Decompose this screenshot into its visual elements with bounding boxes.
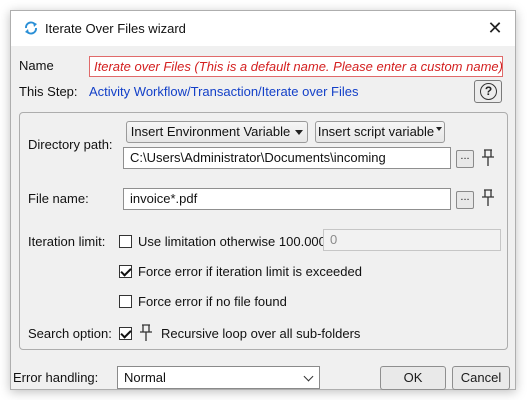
search-option-label: Search option: — [28, 326, 112, 341]
recursive-loop-label[interactable]: Recursive loop over all sub-folders — [161, 326, 360, 341]
name-label: Name — [19, 58, 54, 73]
title-bar: Iterate Over Files wizard ✕ — [11, 11, 515, 46]
window-title: Iterate Over Files wizard — [45, 21, 186, 36]
chevron-down-icon — [303, 371, 314, 382]
iteration-limit-label: Iteration limit: — [28, 234, 106, 249]
error-handling-select[interactable]: Normal — [117, 366, 320, 389]
dropdown-arrow-icon — [436, 127, 443, 131]
force-error-no-file-label[interactable]: Force error if no file found — [138, 294, 287, 309]
iteration-limit-input[interactable]: 0 — [323, 229, 501, 251]
cancel-button[interactable]: Cancel — [452, 366, 510, 390]
close-button[interactable]: ✕ — [481, 15, 509, 42]
help-button[interactable]: ? — [474, 80, 502, 103]
directory-path-label: Directory path: — [28, 137, 113, 152]
iterate-arrows-icon — [25, 21, 37, 35]
insert-script-variable-button[interactable]: Insert script variable — [315, 121, 445, 143]
step-path-link[interactable]: Activity Workflow/Transaction/Iterate ov… — [89, 84, 358, 99]
force-error-exceeded-checkbox[interactable] — [119, 265, 132, 278]
use-limitation-label[interactable]: Use limitation otherwise 100.000 — [138, 234, 326, 249]
file-name-label: File name: — [28, 191, 89, 206]
this-step-label: This Step: — [19, 84, 78, 99]
directory-browse-button[interactable]: ... — [456, 150, 474, 168]
directory-path-input[interactable]: C:\Users\Administrator\Documents\incomin… — [123, 147, 451, 169]
insert-script-variable-label: Insert script variable — [317, 124, 435, 139]
error-handling-label: Error handling: — [13, 370, 99, 385]
recursive-loop-checkbox[interactable] — [119, 327, 132, 340]
name-field[interactable]: Iterate over Files (This is a default na… — [89, 56, 503, 77]
insert-environment-variable-button[interactable]: Insert Environment Variable — [126, 121, 308, 143]
force-error-no-file-checkbox[interactable] — [119, 295, 132, 308]
iterate-over-files-dialog: Iterate Over Files wizard ✕ Name Iterate… — [10, 10, 516, 390]
use-limitation-checkbox[interactable] — [119, 235, 132, 248]
pin-icon[interactable] — [481, 149, 495, 167]
insert-environment-variable-label: Insert Environment Variable — [130, 124, 291, 139]
dropdown-arrow-icon — [295, 130, 304, 136]
file-name-input[interactable]: invoice*.pdf — [123, 188, 451, 210]
file-browse-button[interactable]: ... — [456, 191, 474, 209]
question-icon: ? — [480, 83, 497, 100]
pin-icon[interactable] — [481, 189, 495, 207]
pin-icon[interactable] — [139, 324, 153, 342]
ok-button[interactable]: OK — [380, 366, 446, 390]
error-handling-value: Normal — [124, 370, 166, 385]
force-error-exceeded-label[interactable]: Force error if iteration limit is exceed… — [138, 264, 362, 279]
